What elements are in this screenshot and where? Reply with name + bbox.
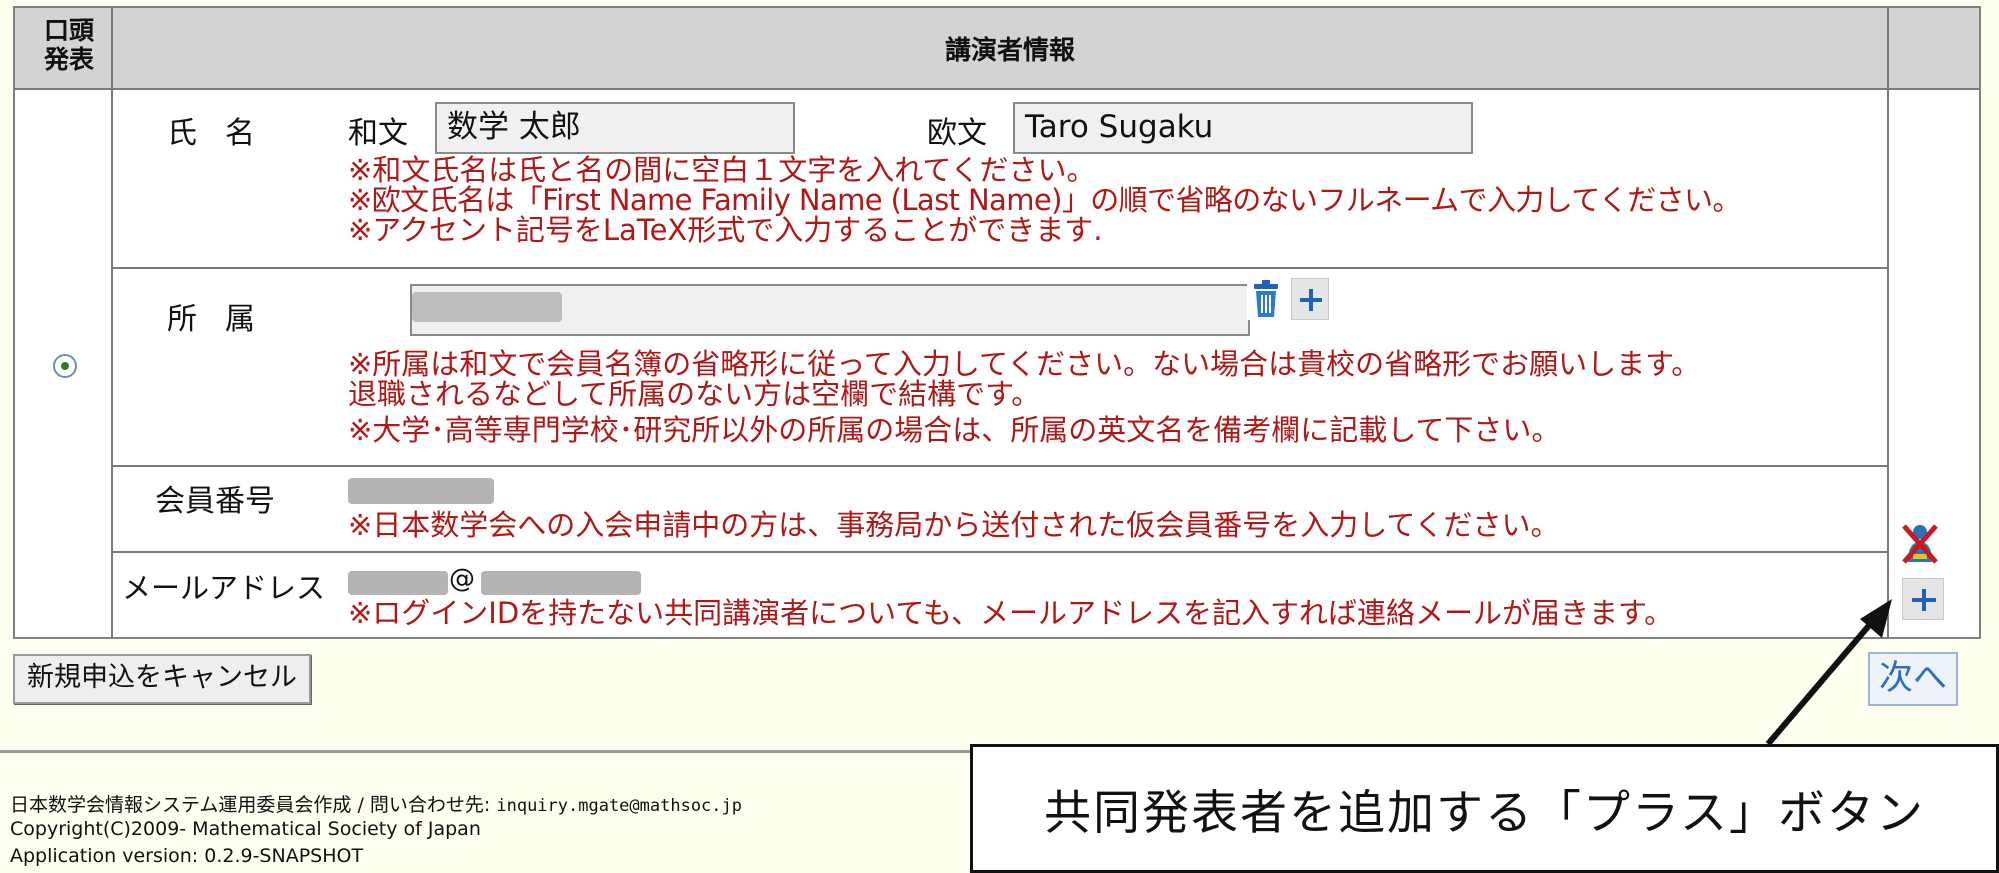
annotation-arrow [1765,599,1892,746]
